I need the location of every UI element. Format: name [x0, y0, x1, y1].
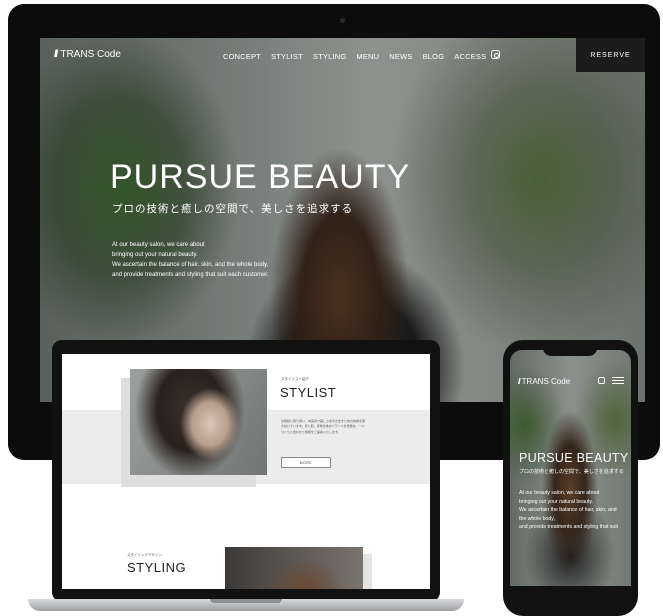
- hero-body-line: bringing out your natural beauty.: [519, 498, 594, 505]
- styling-photo: [225, 547, 363, 589]
- hero-body-line: At our beauty salon, we care about: [519, 490, 600, 496]
- hero-subtitle: プロの技術と癒しの空間で、美しさを追求する: [112, 203, 354, 215]
- stylist-subtitle: スタイリスト紹介: [281, 377, 309, 381]
- hero-body: At our beauty salon, we care about bring…: [519, 489, 627, 532]
- hero-title: PURSUE BEAUTY: [110, 158, 411, 196]
- nav-styling[interactable]: STYLING: [313, 52, 347, 61]
- hero-body: At our beauty salon, we care about bring…: [112, 240, 302, 280]
- stylist-photo: [130, 369, 267, 475]
- nav-stylist[interactable]: STYLIST: [271, 52, 303, 61]
- site-logo[interactable]: /// TRANS Code: [518, 377, 570, 386]
- styling-subtitle: スタイリングデザイン: [127, 553, 162, 557]
- hero-subtitle: プロの技術と癒しの空間で、美しさを追求する: [519, 469, 624, 475]
- site-logo[interactable]: /// TRANS Code: [54, 49, 121, 60]
- hamburger-menu-icon[interactable]: [612, 377, 624, 384]
- stylist-title: STYLIST: [280, 385, 337, 400]
- stylist-body: お客様に寄り添い、本来持つ美しさを引き出すための技術を磨き続けています。髪と肌、…: [281, 419, 366, 434]
- hero-title: PURSUE BEAUTY: [519, 451, 629, 465]
- hero-body-line: We ascertain the balance of hair, skin, …: [112, 262, 269, 268]
- hero-body-line: and provide treatments and styling that …: [112, 272, 269, 278]
- hero-body-line: We ascertain the balance of hair, skin, …: [519, 507, 617, 513]
- main-nav: CONCEPT STYLIST STYLING MENU NEWS BLOG A…: [223, 52, 486, 61]
- instagram-icon[interactable]: [598, 377, 605, 384]
- webcam-icon: [340, 18, 345, 23]
- logo-mark: ///: [54, 49, 59, 60]
- nav-news[interactable]: NEWS: [389, 52, 412, 61]
- nav-concept[interactable]: CONCEPT: [223, 52, 261, 61]
- laptop-screen: スタイリスト紹介 STYLIST お客様に寄り添い、本来持つ美しさを引き出すため…: [62, 354, 430, 589]
- hero-body-line: the whole body,: [519, 515, 555, 522]
- hero-body-line: At our beauty salon, we care about: [112, 242, 205, 248]
- logo-mark: ///: [518, 377, 520, 386]
- logo-text: TRANS Code: [60, 49, 121, 60]
- nav-access[interactable]: ACCESS: [454, 52, 486, 61]
- hero-body-line: and provide treatments and styling that …: [519, 524, 618, 530]
- reserve-button[interactable]: RESERVE: [576, 38, 645, 72]
- nav-blog[interactable]: BLOG: [423, 52, 445, 61]
- device-mockup: /// TRANS Code CONCEPT STYLIST STYLING M…: [0, 0, 663, 616]
- instagram-icon[interactable]: [491, 50, 500, 59]
- hero-body-line: bringing out your natural beauty.: [112, 252, 198, 258]
- styling-title: STYLING: [127, 560, 187, 575]
- phone-notch: [543, 346, 597, 356]
- more-button[interactable]: MORE: [281, 457, 331, 468]
- phone-screen: /// TRANS Code PURSUE BEAUTY プロの技術と癒しの空間…: [510, 350, 631, 586]
- laptop-notch: [210, 599, 282, 603]
- nav-menu[interactable]: MENU: [356, 52, 379, 61]
- logo-text: TRANS Code: [521, 377, 571, 386]
